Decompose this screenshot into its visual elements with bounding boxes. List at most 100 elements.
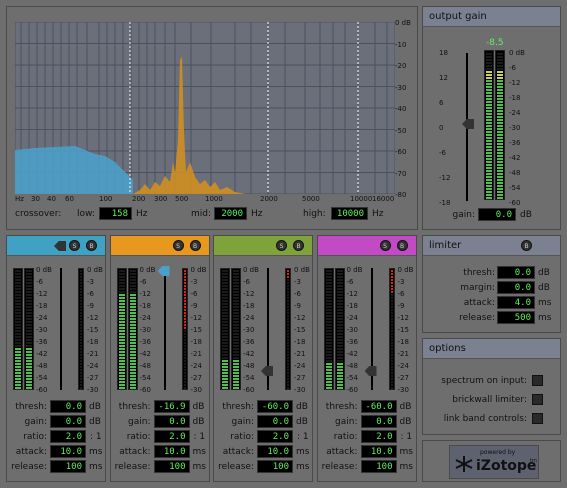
band-release-label: release: (321, 462, 358, 472)
spectrum-on-input-checkbox[interactable] (532, 375, 543, 386)
band-thresh-label: thresh: (118, 402, 151, 412)
band-meter-tick: -6 (243, 278, 250, 286)
band-threshold-slider-thumb[interactable] (261, 366, 273, 376)
band-attack-input[interactable]: 10.0 (360, 445, 397, 458)
limiter-panel: limiter B thresh: 0.0 dB margin: 0.0 dB … (422, 235, 561, 333)
band-gr-tick: -15 (294, 326, 306, 334)
band-gain-input[interactable]: 0.0 (50, 415, 86, 428)
high-label: high: (303, 209, 326, 219)
freq-tick-label: 100 (99, 195, 113, 203)
band-gr-tick: -24 (87, 362, 99, 370)
band-release-input[interactable]: 100 (153, 460, 190, 473)
band-thresh-input[interactable]: -16.9 (153, 400, 190, 413)
band-gr-tick: -18 (190, 338, 202, 346)
band-meter-tick: -12 (243, 290, 255, 298)
band-attack-input[interactable]: 10.0 (257, 445, 293, 458)
limiter-margin-input[interactable]: 0.0 (497, 281, 535, 294)
band-solo-button[interactable]: S (69, 240, 80, 251)
output-gain-input[interactable]: 0.0 (478, 208, 516, 221)
band-bypass-button[interactable]: B (189, 240, 201, 251)
band-meter-tick: -54 (243, 374, 255, 382)
band-release-input[interactable]: 100 (257, 460, 293, 473)
output-meter-tick: -30 (509, 124, 521, 132)
band-attack-input[interactable]: 10.0 (153, 445, 190, 458)
band-ratio-input[interactable]: 2.0 (257, 430, 293, 443)
band-gr-tick: 0 dB (294, 266, 310, 274)
limiter-bypass-button[interactable]: B (521, 240, 532, 251)
band-ratio-input[interactable]: 2.0 (153, 430, 190, 443)
output-meter-left (484, 50, 494, 200)
band-threshold-slider-track[interactable] (60, 268, 62, 390)
db-tick-label: -10 (395, 40, 407, 49)
band-thresh-input[interactable]: -60.0 (257, 400, 293, 413)
band-threshold-slider-thumb[interactable] (157, 266, 170, 276)
izotope-logo[interactable]: powered by iZotope tm (422, 440, 561, 482)
band-solo-button[interactable]: S (172, 240, 184, 251)
band-gain-input[interactable]: 0.0 (153, 415, 190, 428)
band-solo-button[interactable]: S (276, 240, 287, 251)
band-meter-tick: 0 dB (139, 266, 156, 274)
band-thresh-label: thresh: (15, 402, 47, 412)
band-gr-tick: -3 (190, 278, 198, 286)
freq-tick-label: 5000 (302, 195, 320, 203)
band-ratio-unit: : 1 (400, 432, 413, 442)
band-meter-tick: -24 (243, 314, 255, 322)
band-thresh-input[interactable]: 0.0 (50, 400, 86, 413)
band-threshold-slider-track[interactable] (163, 268, 166, 390)
band-gain-input[interactable]: 0.0 (360, 415, 397, 428)
freq-tick-label: 500 (175, 195, 189, 203)
output-slider-tick: 6 (439, 99, 444, 107)
high-crossover-input[interactable]: 10000 (331, 207, 368, 220)
band-input-meter-right (231, 268, 241, 390)
band-gr-tick: -9 (87, 302, 94, 310)
db-tick-label: -30 (395, 83, 407, 92)
band-solo-button[interactable]: S (379, 240, 391, 251)
brickwall-limiter-checkbox[interactable] (532, 394, 543, 405)
band-bypass-button[interactable]: B (86, 240, 97, 251)
band-thresh-input[interactable]: -60.0 (360, 400, 397, 413)
limiter-thresh-input[interactable]: 0.0 (497, 266, 535, 279)
band-ratio-unit: : 1 (193, 432, 206, 442)
band-gr-tick: 0 dB (87, 266, 103, 274)
band-release-label: release: (11, 462, 47, 472)
band-meter-tick: -60 (243, 386, 255, 394)
band-threshold-slider-thumb[interactable] (364, 366, 377, 376)
mid-crossover-input[interactable]: 2000 (214, 207, 247, 220)
band-attack-input[interactable]: 10.0 (50, 445, 86, 458)
band-meter-tick: -18 (36, 302, 48, 310)
band-attack-unit: ms (89, 447, 103, 457)
band-gr-tick: -15 (87, 326, 99, 334)
low-crossover-input[interactable]: 158 (99, 207, 132, 220)
limiter-release-unit: ms (538, 313, 552, 323)
limiter-release-input[interactable]: 500 (497, 311, 535, 324)
band-attack-label: attack: (119, 447, 151, 457)
limiter-attack-input[interactable]: 4.0 (497, 296, 535, 309)
band-gain-input[interactable]: 0.0 (257, 415, 293, 428)
band-gr-tick: -3 (87, 278, 94, 286)
output-meter-tick: -18 (509, 94, 521, 102)
limiter-release-label: release: (459, 313, 495, 323)
output-meter-tick: -48 (509, 169, 521, 177)
limiter-title: limiter (423, 236, 560, 256)
band-release-unit: ms (399, 462, 413, 472)
band-meter-tick: -30 (139, 326, 151, 334)
band-attack-unit: ms (399, 447, 413, 457)
band-release-unit: ms (89, 462, 103, 472)
band-gain-label: gain: (335, 417, 358, 427)
spectrum-graph[interactable] (15, 22, 395, 194)
band-release-input[interactable]: 100 (50, 460, 86, 473)
band-bypass-button[interactable]: B (396, 240, 408, 251)
band-meter-tick: -48 (139, 362, 151, 370)
band-release-input[interactable]: 100 (360, 460, 397, 473)
output-gain-title: output gain (423, 7, 560, 27)
band-ratio-input[interactable]: 2.0 (50, 430, 86, 443)
band-bypass-button[interactable]: B (293, 240, 304, 251)
output-gain-slider-thumb[interactable] (462, 119, 474, 129)
band-attack-label: attack: (326, 447, 358, 457)
band-meter-tick: -60 (139, 386, 151, 394)
link-band-controls-checkbox[interactable] (532, 413, 543, 424)
band-gain-reduction-meter (285, 268, 291, 390)
options-panel: options spectrum on input: brickwall lim… (422, 338, 561, 435)
band-ratio-input[interactable]: 2.0 (360, 430, 397, 443)
band-thresh-unit: dB (296, 402, 308, 412)
